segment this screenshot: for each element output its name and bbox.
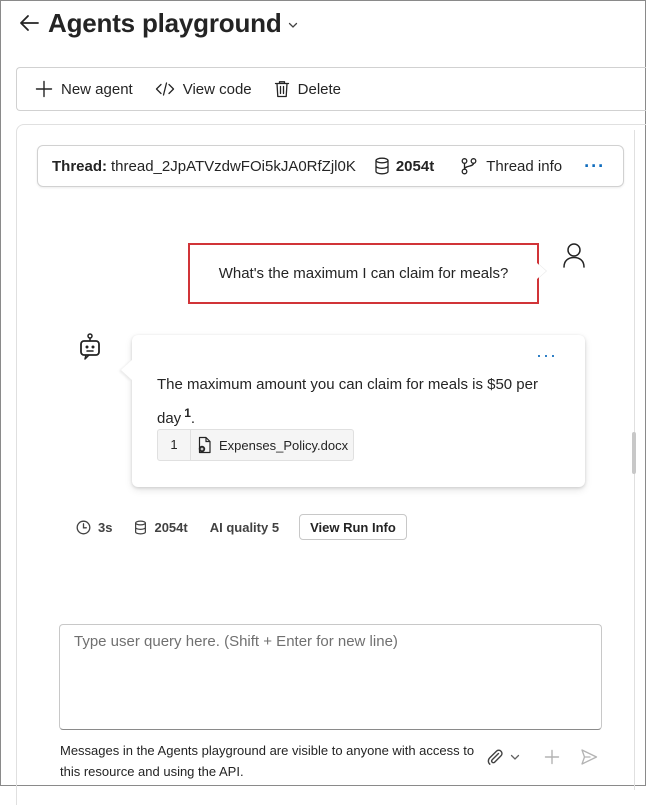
attach-button[interactable] — [486, 748, 504, 766]
run-tokens: 2054t — [134, 519, 188, 535]
chevron-down-icon — [510, 754, 520, 760]
thread-more-button[interactable]: ··· — [584, 157, 605, 175]
run-duration: 3s — [76, 520, 112, 535]
chevron-down-icon — [288, 22, 297, 28]
run-stats: 3s 2054t AI quality 5 View Run Info — [76, 513, 407, 541]
message-more-button[interactable]: ··· — [536, 346, 557, 364]
plus-icon — [35, 80, 53, 98]
user-message: What's the maximum I can claim for meals… — [188, 243, 539, 304]
delete-button[interactable]: Delete — [264, 69, 351, 109]
back-button[interactable] — [16, 10, 42, 36]
citation-chip[interactable]: 1 Expenses_Policy.docx — [157, 429, 354, 461]
input-actions — [486, 746, 598, 768]
ai-quality: AI quality 5 — [209, 519, 280, 535]
view-code-button[interactable]: View code — [145, 69, 262, 109]
user-avatar — [562, 241, 586, 269]
citation-number: 1 — [158, 430, 191, 460]
visibility-notice: Messages in the Agents playground are vi… — [60, 743, 475, 779]
database-icon — [374, 157, 390, 175]
clock-icon — [76, 520, 91, 535]
bot-icon — [80, 333, 100, 360]
title-dropdown-button[interactable] — [288, 21, 298, 29]
arrow-left-icon — [20, 15, 39, 31]
branch-icon — [460, 157, 478, 175]
thread-info-button[interactable]: Thread info — [460, 157, 562, 175]
run-duration-value: 3s — [98, 519, 113, 535]
database-icon — [134, 520, 147, 535]
send-button[interactable] — [580, 748, 598, 766]
trash-icon — [274, 80, 290, 98]
person-icon — [563, 243, 585, 268]
thread-bar: Thread: thread_2JpATVzdwFOi5kJA0RfZjl0K … — [37, 145, 624, 187]
user-message-text: What's the maximum I can claim for meals… — [218, 265, 509, 282]
view-code-label: View code — [182, 80, 252, 98]
footnote-marker[interactable]: 1 — [184, 406, 191, 420]
add-button[interactable] — [544, 749, 560, 765]
assistant-message-trailing: . — [190, 410, 196, 427]
new-agent-label: New agent — [61, 80, 133, 98]
thread-tokens-value: 2054t — [395, 157, 435, 175]
user-message-tail — [537, 263, 546, 279]
thread-info-label: Thread info — [486, 157, 563, 175]
run-tokens-value: 2054t — [154, 519, 188, 535]
assistant-message-tail — [121, 360, 132, 380]
scrollbar-thumb[interactable] — [632, 432, 636, 474]
toolbar: New agent View code Delete — [16, 67, 646, 111]
citation-filename: Expenses_Policy.docx — [219, 437, 349, 453]
view-run-info-button[interactable]: View Run Info — [299, 514, 407, 540]
thread-id: thread_2JpATVzdwFOi5kJA0RfZjl0K — [111, 157, 356, 175]
send-icon — [581, 749, 598, 765]
document-link-icon — [197, 436, 213, 454]
delete-label: Delete — [297, 80, 342, 98]
page-title: Agents playground — [48, 7, 282, 38]
page-header: Agents playground — [16, 6, 298, 40]
query-input-box — [59, 624, 602, 730]
new-agent-button[interactable]: New agent — [25, 69, 143, 109]
thread-label: Thread: — [52, 157, 108, 175]
query-input[interactable] — [60, 625, 601, 729]
paperclip-icon — [487, 749, 503, 765]
thread-tokens: 2054t — [374, 157, 434, 175]
code-icon — [155, 81, 175, 97]
plus-icon — [544, 749, 560, 765]
attach-dropdown-button[interactable] — [510, 753, 520, 761]
assistant-message-body: The maximum amount you can claim for mea… — [157, 376, 538, 427]
assistant-avatar — [78, 333, 102, 361]
assistant-message-text: The maximum amount you can claim for mea… — [157, 371, 567, 433]
